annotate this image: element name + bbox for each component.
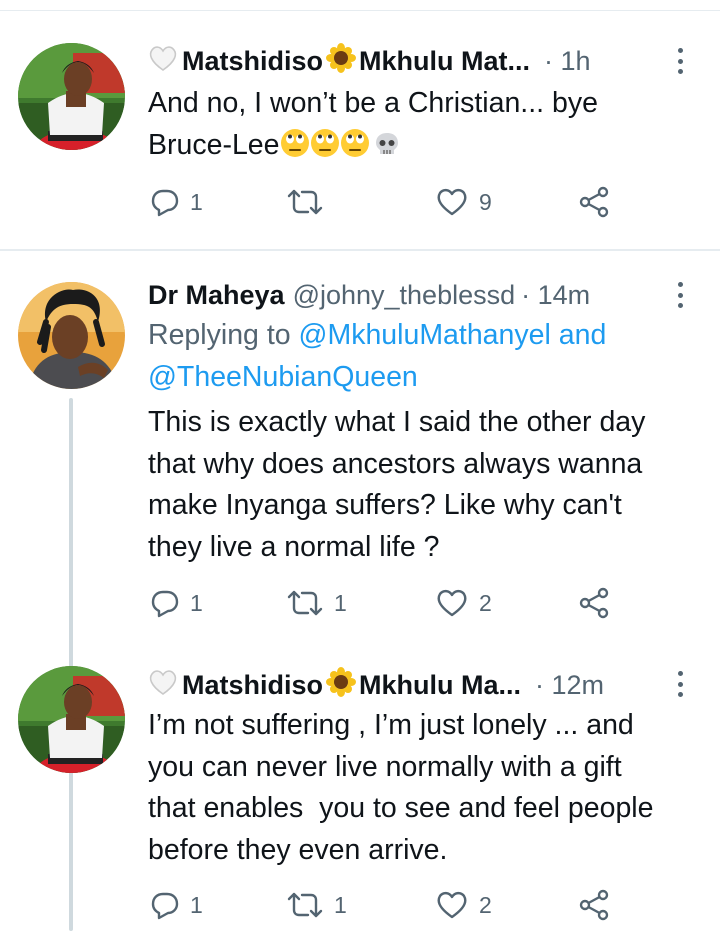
reply-count: 1 [190,589,203,616]
mention-link[interactable]: @MkhuluMathanyel [299,319,551,351]
mention-link[interactable]: @TheeNubianQueen [148,357,690,399]
author-name-tail: Mkhulu Mat... [359,45,531,76]
tweet-header: Matshidiso Mkhulu Ma... · 12m [148,665,660,705]
like-button[interactable]: 2 [435,885,492,925]
reply-icon [150,187,180,217]
author-name[interactable]: Dr Maheya [148,280,285,311]
eye-roll-emoji-icon [340,128,370,171]
reply-icon [150,588,180,618]
author-name-text: Matshidiso [182,45,324,76]
like-button[interactable]: 9 [435,182,492,222]
retweet-icon [286,890,324,920]
like-count: 2 [479,589,492,616]
retweet-icon [286,588,324,618]
share-icon [578,889,610,921]
tweet-time[interactable]: · 12m [535,670,604,701]
tweet-text: This is exactly what I said the other da… [148,402,690,568]
share-button[interactable] [578,583,610,623]
tweet-text-line: before they even arrive. [148,833,448,866]
share-icon [578,587,610,619]
tweet-text: And no, I won’t be a Christian... bye Br… [148,83,690,170]
share-icon [578,186,610,218]
tweet-time[interactable]: · 14m [521,280,590,311]
author-name[interactable]: Matshidiso Mkhulu Ma... [182,666,522,704]
tweet-header: Dr Maheya @johny_theblessd · 14m [148,275,660,315]
retweet-count: 1 [334,589,347,616]
reply-icon [150,890,180,920]
like-count: 2 [479,891,492,918]
retweet-icon [286,187,324,217]
reply-button[interactable]: 1 [150,182,203,222]
tweet-text-line: make Inyanga suffers? Like why can't [148,489,622,521]
retweet-count: 1 [334,891,347,918]
thread-connector [69,782,73,931]
author-name[interactable]: Matshidiso Mkhulu Mat... [182,42,531,80]
retweet-button[interactable] [286,182,334,222]
skull-emoji-icon [373,129,401,171]
retweet-button[interactable]: 1 [286,583,347,623]
white-heart-icon [148,44,178,79]
like-icon [435,588,469,618]
tweet-1[interactable]: Matshidiso Mkhulu Mat... · 1h And no, I … [0,0,720,250]
white-heart-icon [148,668,178,703]
tweet-text-line: that why does ancestors always wanna [148,447,643,480]
tweet-actions: 1 1 2 [148,885,628,925]
like-button[interactable]: 2 [435,583,492,623]
replying-to-label: Replying to [148,319,291,351]
tweet-header: Matshidiso Mkhulu Mat... · 1h [148,41,660,81]
mention-and[interactable]: and [559,319,607,351]
eye-roll-emoji-icon [280,128,310,171]
sunflower-icon [326,42,357,80]
like-count: 9 [479,188,492,215]
more-icon[interactable] [678,671,684,697]
tweet-actions: 1 1 2 [148,583,628,623]
like-icon [435,187,469,217]
tweet-text-line: And no, I won’t be a Christian... bye [148,87,598,119]
reply-button[interactable]: 1 [150,885,203,925]
avatar-dr-maheya[interactable] [18,282,125,389]
author-name-tail: Mkhulu Ma... [359,669,522,700]
reply-count: 1 [190,188,203,215]
tweet-text-line: Bruce-Lee [148,125,690,171]
replying-to-line: Replying to @MkhuluMathanyel and [148,315,690,357]
eye-roll-emoji-icon [310,128,340,171]
sunflower-icon [326,666,357,704]
more-icon[interactable] [678,282,684,308]
author-name-text: Matshidiso [182,669,324,700]
retweet-button[interactable]: 1 [286,885,347,925]
tweet-3[interactable]: Matshidiso Mkhulu Ma... · 12m I’m not su… [0,660,720,931]
tweet-text-line: they live a normal life ? [148,530,440,563]
share-button[interactable] [578,885,610,925]
tweet-text-line: I’m not suffering , I’m just lonely ... … [148,709,634,741]
reply-button[interactable]: 1 [150,583,203,623]
tweet-text: I’m not suffering , I’m just lonely ... … [148,705,690,871]
like-icon [435,890,469,920]
tweet-text-line: This is exactly what I said the other da… [148,406,646,438]
reply-count: 1 [190,891,203,918]
tweet-time[interactable]: · 1h [544,46,591,77]
tweet-text-line: that enables you to see and feel people [148,792,654,824]
share-button[interactable] [578,182,610,222]
avatar-matshidiso[interactable] [18,666,125,773]
tweet-text-fragment: Bruce-Lee [148,128,280,161]
avatar-matshidiso[interactable] [18,43,125,150]
author-handle[interactable]: @johny_theblessd [293,280,516,311]
tweet-text-line: you can never live normally with a gift [148,750,622,783]
tweet-actions: 1 9 [148,182,628,222]
replying-to: Replying to @MkhuluMathanyel and @TheeNu… [148,315,690,398]
more-icon[interactable] [678,48,684,74]
